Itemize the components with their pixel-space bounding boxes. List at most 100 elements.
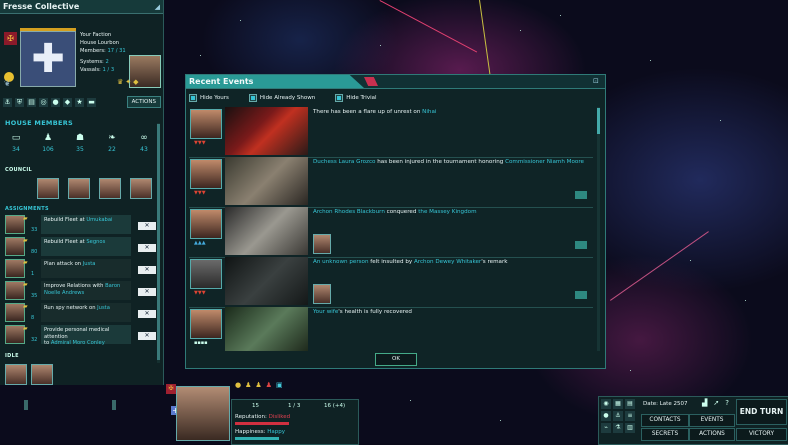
stat-wings[interactable]: ❧ 22	[101, 132, 123, 153]
filter-hide-trivial[interactable]: Hide Trivial	[335, 94, 377, 102]
map-icon[interactable]: ▦	[613, 399, 623, 409]
council-portrait[interactable]	[68, 178, 90, 199]
planet-icon[interactable]: ●	[51, 97, 60, 107]
quick-icons: ◉ ▦ ▤ ● ⚓ ≡ ⌁ ⚗ ▥	[601, 399, 635, 433]
event-portrait[interactable]	[190, 259, 222, 289]
event-tags-icon: ▼▼▼	[194, 290, 206, 296]
assignee-portrait[interactable]	[5, 215, 25, 234]
contacts-button[interactable]: CONTACTS	[641, 414, 689, 427]
star-icon[interactable]: ★	[75, 97, 84, 107]
stat-folder[interactable]: ▭ 34	[5, 132, 27, 153]
actions-button[interactable]: ACTIONS	[126, 96, 161, 108]
character-portrait[interactable]	[176, 386, 230, 441]
end-turn-button[interactable]: END TURN	[736, 399, 787, 425]
event-portrait[interactable]	[190, 109, 222, 139]
title-stripe	[364, 77, 378, 86]
cancel-assignment-button[interactable]: ✕	[138, 266, 156, 274]
stat-people[interactable]: ☗ 35	[69, 132, 91, 153]
assignment-row[interactable]: ▰ 32 Provide personal medical attention t…	[5, 325, 156, 346]
council-portrait[interactable]	[130, 178, 152, 199]
assignee-portrait[interactable]	[5, 325, 25, 344]
fleet-icon[interactable]: ⚓	[3, 97, 12, 107]
planet-icon[interactable]: ●	[601, 411, 611, 421]
bottom-left-markers	[24, 400, 116, 410]
chart-icon[interactable]: ▟	[702, 399, 707, 407]
event-row[interactable]: ▼▼▼ Duchess Laura Grozco has been injure…	[189, 157, 593, 208]
ok-button[interactable]: OK	[375, 353, 417, 366]
filter-hide-yours[interactable]: Hide Yours	[189, 94, 229, 102]
diamond-icon[interactable]: ◆	[63, 97, 72, 107]
assignee-portrait[interactable]	[5, 259, 25, 278]
members-value: 17 / 31	[107, 48, 126, 54]
shield-icon[interactable]: ⛨	[15, 97, 24, 107]
assignment-row[interactable]: ▰ 8 Run spy network on Justa ✕	[5, 303, 156, 322]
signal-icon[interactable]: ⌁	[601, 423, 611, 433]
assignee-portrait[interactable]	[5, 303, 25, 322]
rings-icon: ∞	[140, 133, 148, 143]
event-portrait[interactable]	[190, 309, 222, 339]
idle-portrait[interactable]	[31, 364, 53, 385]
grid-icon[interactable]: ▤	[625, 399, 635, 409]
assignment-row[interactable]: ▰ 35 Improve Relations with Baron Noelle …	[5, 281, 156, 300]
galaxy-icon[interactable]: ◉	[601, 399, 611, 409]
cancel-assignment-button[interactable]: ✕	[138, 244, 156, 252]
list-icon[interactable]: ≡	[625, 411, 635, 421]
your-faction-label: Your Faction	[80, 32, 112, 38]
events-scrollbar[interactable]	[597, 107, 600, 351]
fleet-icon[interactable]: ⚓	[613, 411, 623, 421]
checkbox-icon[interactable]	[189, 94, 197, 102]
event-portrait[interactable]	[190, 159, 222, 189]
event-row[interactable]: ▪▪▪▪ Your wife's health is fully recover…	[189, 307, 593, 351]
checkbox-icon[interactable]	[335, 94, 344, 102]
book-icon[interactable]: ▥	[625, 423, 635, 433]
database-icon[interactable]: ▤	[27, 97, 36, 107]
event-text: Archon Rhodes Blackburn conquered the Ma…	[313, 209, 477, 215]
events-scroll-thumb[interactable]	[597, 108, 600, 134]
victory-button[interactable]: VICTORY	[736, 428, 787, 441]
council-portrait[interactable]	[37, 178, 59, 199]
event-goto-button[interactable]	[575, 241, 587, 249]
science-icon[interactable]: ⚗	[613, 423, 623, 433]
event-tags-icon: ▪▪▪▪	[194, 340, 208, 346]
event-row[interactable]: ▼▼▼ An unknown person felt insulted by A…	[189, 257, 593, 308]
event-goto-button[interactable]	[575, 291, 587, 299]
cancel-assignment-button[interactable]: ✕	[138, 222, 156, 230]
stat-rings[interactable]: ∞ 43	[133, 132, 155, 153]
assignee-portrait[interactable]	[5, 281, 25, 300]
event-row[interactable]: ▼▼▼ There has been a flare up of unrest …	[189, 107, 593, 158]
council-portrait[interactable]	[99, 178, 121, 199]
ship-icon[interactable]: ▬	[87, 97, 96, 107]
event-goto-button[interactable]	[575, 191, 587, 199]
target-icon[interactable]: ◎	[39, 97, 48, 107]
rocket-icon[interactable]: ➚	[713, 399, 719, 407]
actions-button[interactable]: ACTIONS	[689, 428, 735, 441]
idle-portrait[interactable]	[5, 364, 27, 385]
assignee-portrait[interactable]	[5, 237, 25, 256]
trait-icons: ♛ ✦ ◆	[117, 78, 139, 86]
cancel-assignment-button[interactable]: ✕	[138, 310, 156, 318]
vassals-value: 1 / 3	[102, 67, 115, 73]
assignment-row[interactable]: ▰ 1 Plan attack on Justa ✕	[5, 259, 156, 278]
faction-banner-icon[interactable]: ✠	[4, 32, 17, 45]
house-crest[interactable]: ✚	[20, 31, 76, 87]
close-icon[interactable]: ⊡	[593, 77, 601, 85]
stat-wealth: 15	[252, 403, 259, 409]
collapse-icon[interactable]: ◢	[155, 3, 160, 11]
assignment-flag-icon: ▰	[23, 215, 28, 222]
events-button[interactable]: EVENTS	[689, 414, 735, 427]
assignment-row[interactable]: ▰ 33 Rebuild Fleet at Umukabai ✕	[5, 215, 156, 234]
event-secondary-portrait[interactable]	[313, 284, 331, 304]
cross-crest-icon: ✚	[31, 36, 65, 82]
secrets-button[interactable]: SECRETS	[641, 428, 689, 441]
assignment-row[interactable]: ▰ 80 Rebuild Fleet at Segnos ✕	[5, 237, 156, 256]
stat-crowd[interactable]: ♟ 106	[37, 132, 59, 153]
filter-hide-already-shown[interactable]: Hide Already Shown	[248, 94, 315, 102]
assignments-scroll-thumb[interactable]	[157, 124, 160, 360]
event-row[interactable]: ▲▲▲ Archon Rhodes Blackburn conquered th…	[189, 207, 593, 258]
cancel-assignment-button[interactable]: ✕	[138, 332, 156, 340]
help-icon[interactable]: ?	[725, 399, 729, 407]
event-secondary-portrait[interactable]	[313, 234, 331, 254]
event-portrait[interactable]	[190, 209, 222, 239]
checkbox-icon[interactable]	[248, 94, 257, 102]
cancel-assignment-button[interactable]: ✕	[138, 288, 156, 296]
